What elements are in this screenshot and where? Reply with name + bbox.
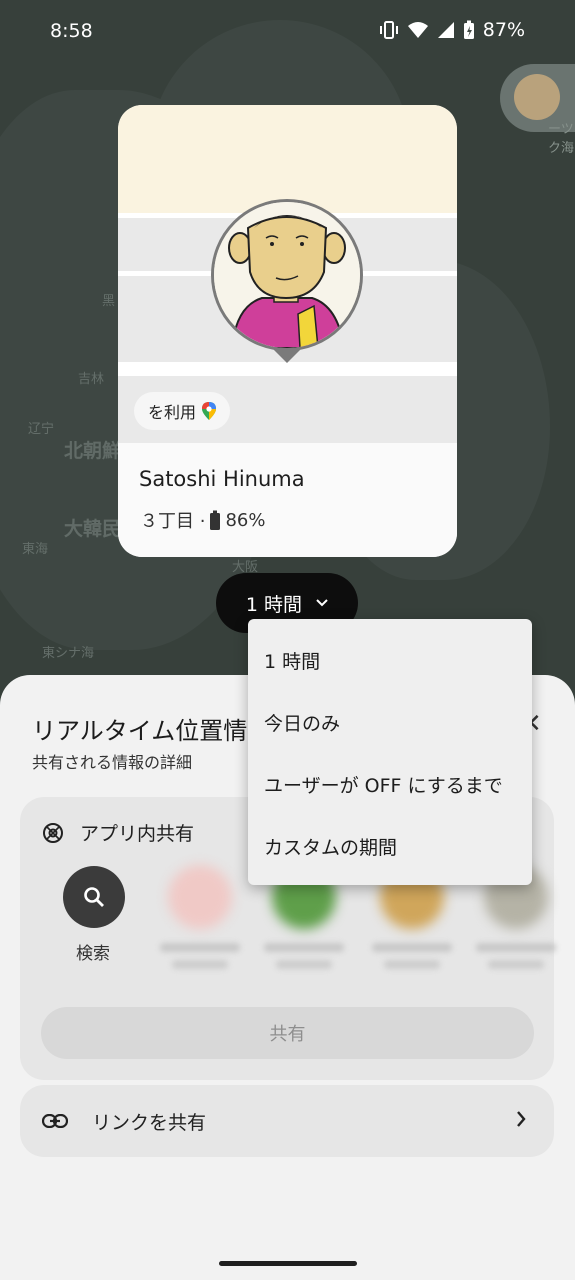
wifi-icon: [407, 22, 428, 38]
contact-name-blurred: [160, 943, 240, 952]
card-header-background: [118, 105, 457, 213]
menu-item-custom[interactable]: カスタムの期間: [248, 815, 532, 877]
chevron-right-icon: [517, 1111, 526, 1127]
vibrate-icon: [379, 21, 398, 39]
avatar: [514, 74, 560, 120]
share-link-label: リンクを共有: [92, 1111, 207, 1134]
contact-battery: 86%: [225, 509, 266, 531]
contact-detail-blurred: [384, 960, 440, 969]
search-icon: [84, 887, 104, 907]
battery-charging-icon: [463, 20, 474, 39]
battery-icon: [210, 510, 221, 530]
home-indicator[interactable]: [219, 1261, 357, 1266]
contact-location: ３丁目 ·: [140, 511, 206, 532]
chevron-down-icon: [316, 599, 328, 607]
status-bar: 8:58 87%: [0, 0, 575, 64]
in-app-share-header: アプリ内共有: [42, 819, 194, 846]
menu-item-today-only[interactable]: 今日のみ: [248, 691, 532, 753]
battery-percent: 87%: [482, 19, 525, 41]
cell-signal-icon: [437, 22, 454, 38]
contact-info: Satoshi Hinuma ３丁目 · 86%: [118, 443, 457, 557]
search-contacts-button[interactable]: [63, 866, 125, 928]
menu-item-until-off[interactable]: ユーザーが OFF にするまで: [248, 753, 532, 815]
contact-name-blurred: [264, 943, 344, 952]
avatar-illustration: [214, 202, 360, 348]
uses-label: を利用: [148, 403, 197, 422]
in-app-share-label: アプリ内共有: [80, 823, 195, 845]
contact-detail-blurred: [172, 960, 228, 969]
contact-name: Satoshi Hinuma: [139, 467, 305, 491]
divider: [118, 362, 457, 376]
share-app-icon: [43, 822, 63, 843]
status-time: 8:58: [50, 20, 93, 42]
map-pin-pointer: [273, 349, 301, 363]
duration-menu: 1 時間 今日のみ ユーザーが OFF にするまで カスタムの期間: [248, 619, 532, 885]
map-label: ーツク海: [548, 122, 575, 156]
contact-meta: ３丁目 · 86%: [140, 507, 265, 533]
search-label: 検索: [76, 944, 110, 964]
share-link-row[interactable]: リンクを共有: [20, 1085, 554, 1157]
uses-google-maps-chip: を利用: [134, 392, 231, 430]
share-button[interactable]: 共有: [41, 1007, 534, 1059]
link-icon: [42, 1114, 68, 1128]
sheet-subtitle[interactable]: 共有される情報の詳細: [32, 749, 192, 773]
contact-item[interactable]: [160, 865, 240, 969]
profile-card[interactable]: を利用 Satoshi Hinuma ３丁目 · 86%: [118, 105, 457, 557]
menu-item-1-hour[interactable]: 1 時間: [248, 629, 532, 691]
duration-selected: 1 時間: [245, 593, 303, 616]
profile-photo: [211, 199, 363, 351]
contact-detail-blurred: [488, 960, 544, 969]
contact-name-blurred: [372, 943, 452, 952]
account-avatar-button[interactable]: ーツク海: [500, 64, 575, 156]
google-maps-icon: [202, 402, 217, 420]
avatar: [168, 865, 232, 929]
contact-detail-blurred: [276, 960, 332, 969]
contact-name-blurred: [476, 943, 556, 952]
